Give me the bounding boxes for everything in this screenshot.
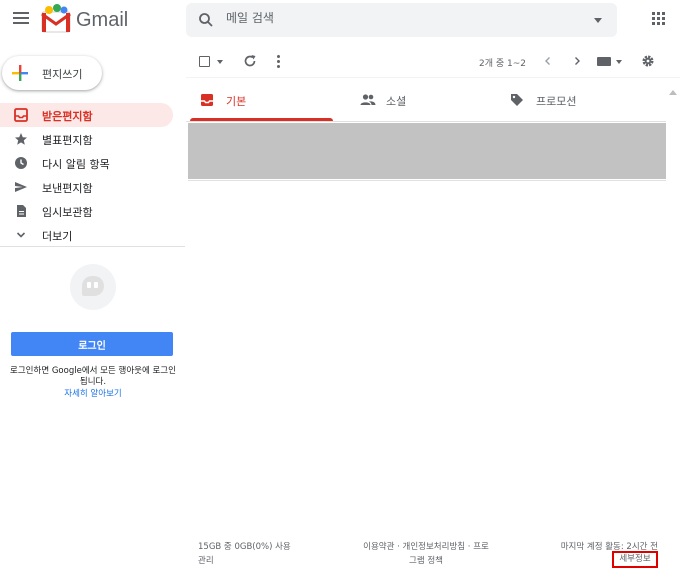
compose-button[interactable]: 편지쓰기 [2,56,102,90]
people-icon [360,94,376,105]
star-icon [15,133,27,145]
compose-label: 편지쓰기 [42,69,83,81]
chevron-down-icon [16,232,26,238]
sidebar-item-label: 더보기 [42,230,73,243]
sidebar-item-label: 별표편지함 [42,134,93,147]
inbox-icon [201,94,213,106]
tab-label: 기본 [226,95,247,108]
chevron-left-icon[interactable] [543,56,553,66]
main-menu-icon[interactable] [13,12,29,24]
search-icon[interactable] [198,12,214,28]
storage-manage-link[interactable]: 관리 [198,554,308,568]
sidebar-item-label: 보낸편지함 [42,182,93,195]
hangouts-login-description: 로그인하면 Google에서 모든 행아웃에 로그인됩니다. [10,366,176,387]
gmail-envelope-icon [41,4,71,33]
select-options-icon[interactable] [217,60,223,64]
category-tabs: 기본 소셜 프로모션 [186,80,666,121]
apps-grid-icon[interactable] [652,12,665,25]
sidebar-item-more[interactable]: 더보기 [0,223,185,247]
refresh-icon[interactable] [243,54,257,68]
hangouts-login-button[interactable]: 로그인 [11,332,173,356]
app-name: Gmail [76,9,129,31]
select-all-checkbox[interactable] [199,56,210,67]
chevron-right-icon[interactable] [572,56,582,66]
tab-primary[interactable]: 기본 [186,80,346,121]
storage-info: 15GB 중 0GB(0%) 사용 관리 [198,540,308,568]
tabs-divider [186,121,666,122]
density-options-icon[interactable] [616,60,622,64]
clock-icon [15,157,27,169]
search-options-icon[interactable] [594,18,602,23]
sidebar-item-drafts[interactable]: 임시보관함 [0,199,185,223]
message-row-placeholder[interactable] [188,123,666,179]
terms-links[interactable]: 이용약관 · 개인정보처리방침 · 프로 그램 정책 [350,540,502,568]
sidebar-item-label: 다시 알림 항목 [42,158,110,171]
hangouts-avatar [70,264,116,310]
gear-icon[interactable] [641,54,655,68]
tag-icon [511,94,523,106]
send-icon [15,182,27,192]
draft-icon [17,205,26,217]
inbox-icon [14,108,28,122]
sidebar-nav: 받은편지함 별표편지함 다시 알림 항목 보낸편지함 임시보관함 더보기 [0,103,185,247]
scroll-up-icon[interactable] [669,90,677,95]
learn-more-link[interactable]: 자세히 알아보기 [10,387,176,399]
terms-line[interactable]: 이용약관 · 개인정보처리방침 · 프로 [350,540,502,554]
tab-promotions[interactable]: 프로모션 [496,80,656,120]
plus-icon [12,65,28,81]
sidebar-item-label: 받은편지함 [42,110,93,123]
sidebar-item-snoozed[interactable]: 다시 알림 항목 [0,151,185,175]
storage-usage-text: 15GB 중 0GB(0%) 사용 [198,542,291,552]
density-keyboard-icon[interactable] [597,57,611,66]
tab-label: 프로모션 [536,95,577,108]
search-input[interactable] [226,11,566,25]
sidebar-item-starred[interactable]: 별표편지함 [0,127,185,151]
row-divider [188,180,666,181]
search-bar[interactable] [186,3,617,37]
tab-social[interactable]: 소셜 [346,80,506,120]
pagination-count: 2개 중 1~2 [479,59,527,69]
gmail-logo[interactable]: Gmail [40,4,130,34]
sidebar-item-sent[interactable]: 보낸편지함 [0,175,185,199]
sidebar-divider [0,246,185,247]
mail-toolbar: 2개 중 1~2 [186,44,680,78]
sidebar-item-label: 임시보관함 [42,206,93,219]
top-header: Gmail [0,0,680,40]
more-options-icon[interactable] [277,55,280,68]
message-list-scrollbar[interactable] [666,80,680,585]
details-link[interactable]: 세부정보 [612,551,658,568]
sidebar-item-inbox[interactable]: 받은편지함 [0,103,173,127]
hangouts-icon [82,276,104,296]
tab-label: 소셜 [386,95,407,108]
terms-line[interactable]: 그램 정책 [350,554,502,568]
